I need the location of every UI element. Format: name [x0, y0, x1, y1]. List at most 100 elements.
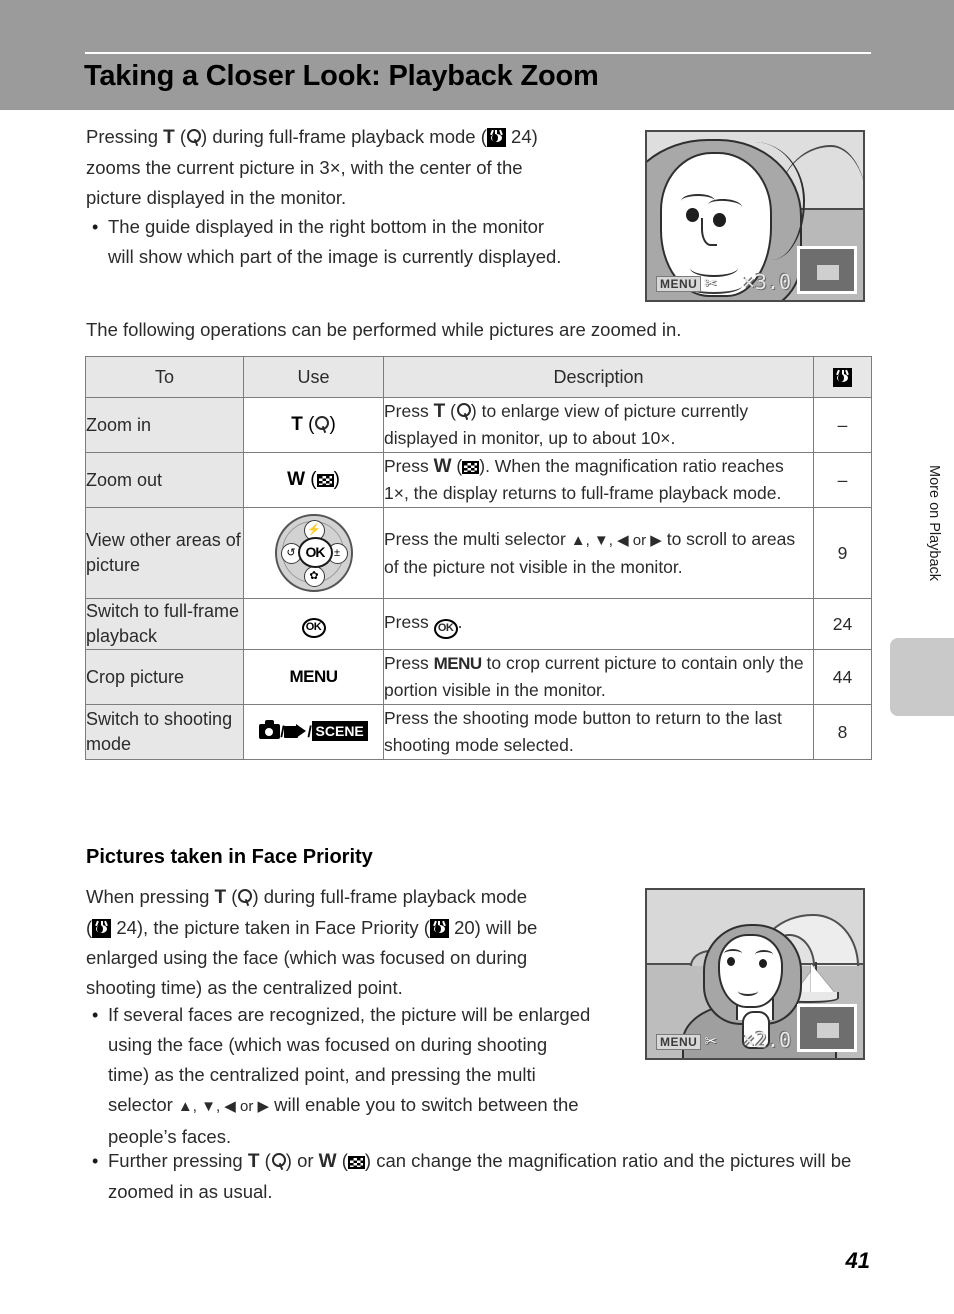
playback-zoom-screenshot-top: MENU ✂ ×3.0	[645, 130, 865, 302]
fp-ref-page: 20	[454, 917, 475, 938]
eye-left	[685, 207, 699, 222]
see-also-eye-icon	[92, 919, 112, 938]
t-button-label: T	[247, 1151, 260, 1172]
ok-button-icon: OK	[433, 619, 458, 639]
camera-movie-scene-icons: / / SCENE	[259, 720, 368, 741]
row-label-shooting-mode: Switch to shooting mode	[85, 704, 244, 760]
row-description-view-other-areas: Press the multi selector ▲, ▼, ◀ or ▶ to…	[383, 507, 814, 599]
desc-text-a: Press	[384, 653, 434, 673]
nose	[700, 217, 717, 246]
magnifier-icon	[456, 403, 471, 420]
row-reference-full-frame-playback: 24	[813, 598, 872, 650]
intro-text-c: )	[531, 126, 538, 147]
thumbnail-grid-icon	[347, 1156, 365, 1169]
w-button-label: W	[318, 1151, 337, 1172]
eyebrow-right	[755, 949, 773, 959]
row-control-shooting-modes: / / SCENE	[243, 704, 384, 760]
fp-line-3: enlarged using the face (which was focus…	[86, 947, 528, 968]
scissors-icon: ✂	[704, 1033, 717, 1050]
row-description-zoom-in: Press T () to enlarge view of picture cu…	[383, 397, 814, 453]
bullet2-text-mid: ) or	[285, 1150, 319, 1171]
t-button-label: T	[214, 887, 227, 908]
direction-arrows-icon: ▲, ▼, ◀ or ▶	[177, 1098, 270, 1115]
fp-text-d: ) will be	[474, 917, 538, 938]
bullet-marker: •	[92, 217, 99, 237]
face-priority-bullet-1-text: If several faces are recognized, the pic…	[108, 1000, 591, 1152]
ok-button-icon: OK	[301, 617, 326, 638]
navigation-guide-box-bottom	[797, 1004, 857, 1052]
see-also-eye-icon	[833, 367, 852, 387]
w-button-label: W	[433, 456, 452, 477]
header-divider-rule	[85, 52, 871, 54]
table-row: View other areas of picture ⚡ ↺ ± ✿ OK P…	[85, 507, 872, 599]
menu-button-label: MENU	[289, 667, 338, 686]
side-tab-label: More on Playback	[926, 465, 942, 582]
intro-bullet-text: The guide displayed in the right bottom …	[108, 216, 562, 267]
row-control-ok: OK	[243, 598, 384, 650]
magnifier-icon	[186, 129, 202, 146]
menu-button-label: MENU	[433, 654, 483, 673]
t-button-label: T	[291, 414, 303, 435]
bullet-marker: •	[92, 1005, 99, 1025]
desc-text-a: Press	[384, 612, 434, 632]
playback-zoom-operations-table: To Use Description Zoom in T () Press T …	[85, 356, 872, 760]
face-priority-paragraph: When pressing T () during full-frame pla…	[86, 886, 538, 998]
osd-menu-group-bottom: MENU ✂	[656, 1034, 717, 1050]
navigation-guide-box-top	[797, 246, 857, 294]
t-button-label: T	[163, 127, 175, 148]
row-reference-view-other-areas: 9	[813, 507, 872, 599]
desc-text-a: Press the multi selector	[384, 528, 571, 549]
magnifier-icon	[237, 889, 253, 906]
direction-arrows-icon: ▲, ▼, ◀ or ▶	[570, 531, 662, 549]
page-header-band: Taking a Closer Look: Playback Zoom	[0, 0, 954, 110]
fp-text-b: ) during full-frame playback mode	[252, 886, 528, 907]
column-header-description: Description	[383, 356, 814, 398]
intro-text-a: Pressing	[86, 126, 164, 147]
page-title: Taking a Closer Look: Playback Zoom	[84, 60, 599, 92]
intro-ref-page: 24	[511, 126, 532, 147]
row-control-multi-selector: ⚡ ↺ ± ✿ OK	[243, 507, 384, 599]
table-row: Switch to shooting mode / / SCENE Press th…	[85, 704, 872, 760]
row-reference-shooting-mode: 8	[813, 704, 872, 760]
magnifier-icon	[314, 416, 330, 433]
row-description-zoom-out: Press W (). When the magnification ratio…	[383, 452, 814, 508]
menu-button-label: MENU	[656, 276, 702, 292]
see-also-eye-icon	[486, 128, 506, 147]
playback-zoom-screenshot-bottom: MENU ✂ ×2.0	[645, 888, 865, 1060]
mouth	[690, 259, 739, 277]
row-reference-zoom-in: –	[813, 397, 872, 453]
row-control-zoom-out: W ()	[243, 452, 384, 508]
intro-text-b: ) during full-frame playback mode (	[201, 126, 487, 147]
table-row: Zoom in T () Press T () to enlarge view …	[85, 397, 872, 453]
bullet2-text-a: Further pressing	[108, 1150, 248, 1171]
column-header-to: To	[85, 356, 244, 398]
desc-text-b: .	[457, 612, 463, 632]
row-reference-zoom-out: –	[813, 452, 872, 508]
section-heading-face-priority: Pictures taken in Face Priority	[86, 846, 373, 868]
row-description-crop-picture: Press MENU to crop current picture to co…	[383, 649, 814, 705]
table-row: Crop picture MENU Press MENU to crop cur…	[85, 649, 872, 705]
zoom-ratio-indicator-top: ×3.0	[742, 270, 791, 294]
desc-text-a: Press	[384, 401, 434, 421]
scissors-icon: ✂	[704, 275, 717, 292]
row-label-zoom-out: Zoom out	[85, 452, 244, 508]
guide-visible-area	[817, 1023, 839, 1038]
face-priority-bullet-2: • Further pressing T () or W () can chan…	[86, 1146, 871, 1207]
macro-button-icon: ✿	[303, 566, 325, 587]
row-label-view-other-areas: View other areas of picture	[85, 507, 244, 599]
fp-text-a: When pressing	[86, 886, 215, 907]
row-label-zoom-in: Zoom in	[85, 397, 244, 453]
table-row: Zoom out W () Press W (). When the magni…	[85, 452, 872, 508]
row-description-shooting-mode: Press the shooting mode button to return…	[383, 704, 814, 760]
multi-selector-dial-icon: ⚡ ↺ ± ✿ OK	[274, 514, 353, 592]
see-also-eye-icon	[429, 919, 449, 938]
side-tab-marker	[890, 638, 954, 716]
row-description-full-frame-playback: Press OK.	[383, 598, 814, 650]
column-header-use: Use	[243, 356, 384, 398]
table-header-row: To Use Description	[85, 356, 872, 398]
scene-mode-label: SCENE	[311, 721, 368, 741]
intro-paragraph: Pressing T () during full-frame playback…	[86, 126, 538, 208]
guide-visible-area	[817, 265, 839, 280]
osd-menu-group-top: MENU ✂	[656, 276, 717, 292]
row-control-menu: MENU	[243, 649, 384, 705]
